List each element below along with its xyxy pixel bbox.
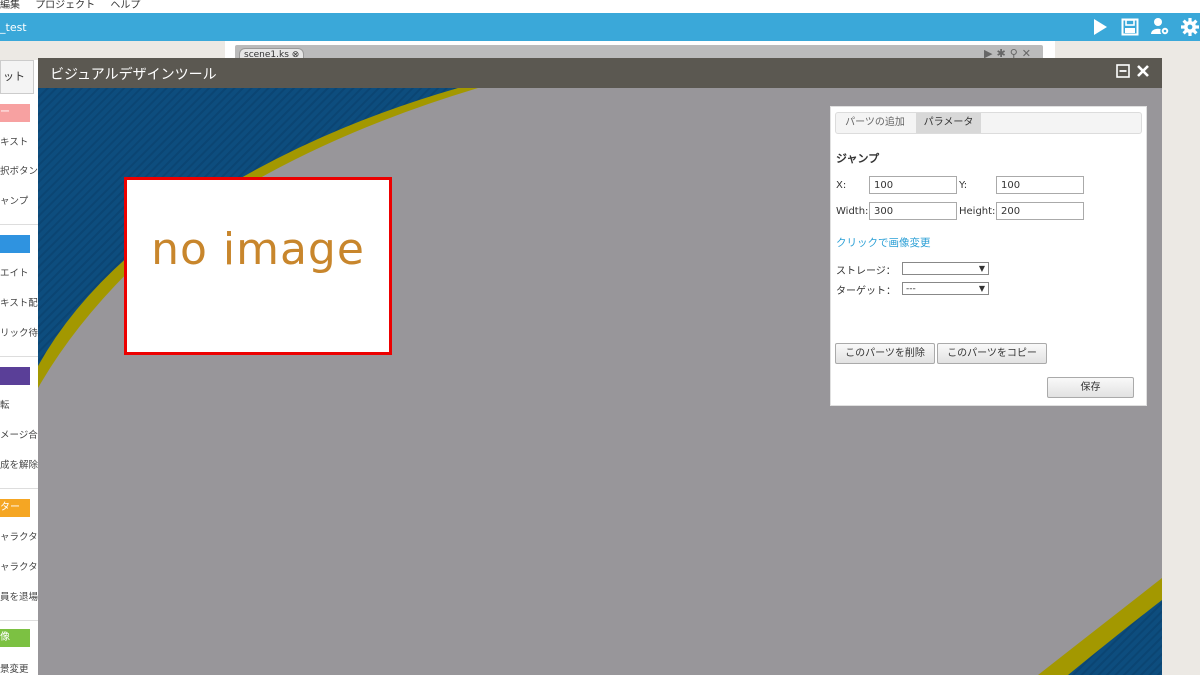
dialog-title: ビジュアルデザインツール [50, 67, 217, 83]
palette-item[interactable]: リック待ち [0, 325, 38, 339]
panel-tabs: パーツの追加 パラメータ [835, 112, 1142, 134]
palette-tab[interactable]: ット [0, 60, 34, 94]
x-label: X: [836, 180, 847, 191]
tab-parameters[interactable]: パラメータ [916, 113, 981, 133]
app-title: _test [0, 21, 27, 34]
storage-label: ストレージ： [836, 266, 896, 277]
palette-item[interactable]: 成を解除 [0, 457, 38, 471]
part-title: ジャンプ [836, 152, 880, 165]
palette-section-header[interactable]: ター [0, 499, 30, 517]
app-title-bar: _test [0, 13, 1200, 41]
dropdown-arrow-icon: ▼ [978, 284, 985, 293]
change-image-link[interactable]: クリックで画像変更 [836, 235, 931, 250]
copy-part-button[interactable]: このパーツをコピー [937, 343, 1047, 364]
toolbar-icons [1090, 17, 1200, 37]
dropdown-arrow-icon: ▼ [978, 264, 985, 273]
palette-divider [0, 488, 38, 489]
save-button[interactable]: 保存 [1047, 377, 1134, 398]
component-palette: ット ー キスト 択ボタン ャンプ エイト キスト配置 リック待ち 転 メージ合… [0, 60, 38, 675]
height-label: Height: [959, 206, 996, 217]
target-select-value: --- [906, 284, 916, 294]
play-icon[interactable] [1090, 17, 1110, 37]
no-image-text: no image [151, 224, 365, 275]
palette-item[interactable]: ャラクター [0, 559, 38, 573]
palette-section-header[interactable] [0, 367, 30, 385]
palette-item[interactable]: 景変更 [0, 661, 38, 675]
users-settings-icon[interactable] [1150, 17, 1170, 37]
menu-edit[interactable]: 編集 [0, 0, 20, 11]
palette-item[interactable]: ャンプ [0, 193, 38, 207]
menu-help[interactable]: ヘルプ [110, 0, 140, 11]
palette-divider [0, 620, 38, 621]
gear-icon[interactable] [1180, 17, 1200, 37]
width-field[interactable]: 300 [869, 202, 957, 220]
y-label: Y: [959, 180, 968, 191]
target-label: ターゲット： [836, 286, 896, 297]
minimize-icon[interactable] [1116, 64, 1130, 81]
palette-item[interactable]: メージ合成 [0, 427, 38, 441]
close-icon[interactable] [1136, 64, 1150, 81]
palette-item[interactable]: キスト配置 [0, 295, 38, 309]
palette-item[interactable]: 択ボタン [0, 163, 38, 177]
tab-add-parts[interactable]: パーツの追加 [836, 113, 914, 133]
delete-part-button[interactable]: このパーツを削除 [835, 343, 935, 364]
palette-divider [0, 224, 38, 225]
target-select[interactable]: --- ▼ [902, 282, 989, 295]
palette-item[interactable]: エイト [0, 265, 38, 279]
palette-item[interactable]: ャラクター [0, 529, 38, 543]
dialog-title-bar: ビジュアルデザインツール [38, 58, 1162, 88]
dialog-controls [1116, 64, 1150, 81]
height-field[interactable]: 200 [996, 202, 1084, 220]
palette-item[interactable]: キスト [0, 134, 38, 148]
menu-bar: 編集 プロジェクト ヘルプ [0, 0, 1200, 13]
x-field[interactable]: 100 [869, 176, 957, 194]
palette-section-header[interactable]: 像 [0, 629, 30, 647]
storage-select[interactable]: ▼ [902, 262, 989, 275]
y-field[interactable]: 100 [996, 176, 1084, 194]
palette-item[interactable]: 員を退場 [0, 589, 38, 603]
save-icon[interactable] [1120, 17, 1140, 37]
palette-section-header[interactable] [0, 235, 30, 253]
width-label: Width: [836, 206, 869, 217]
palette-section-header[interactable]: ー [0, 104, 30, 122]
palette-divider [0, 356, 38, 357]
menu-project[interactable]: プロジェクト [35, 0, 95, 11]
parameter-panel: パーツの追加 パラメータ ジャンプ X: 100 Y: 100 Width: 3… [830, 106, 1147, 406]
palette-item[interactable]: 転 [0, 397, 38, 411]
no-image-part[interactable]: no image [124, 177, 392, 355]
